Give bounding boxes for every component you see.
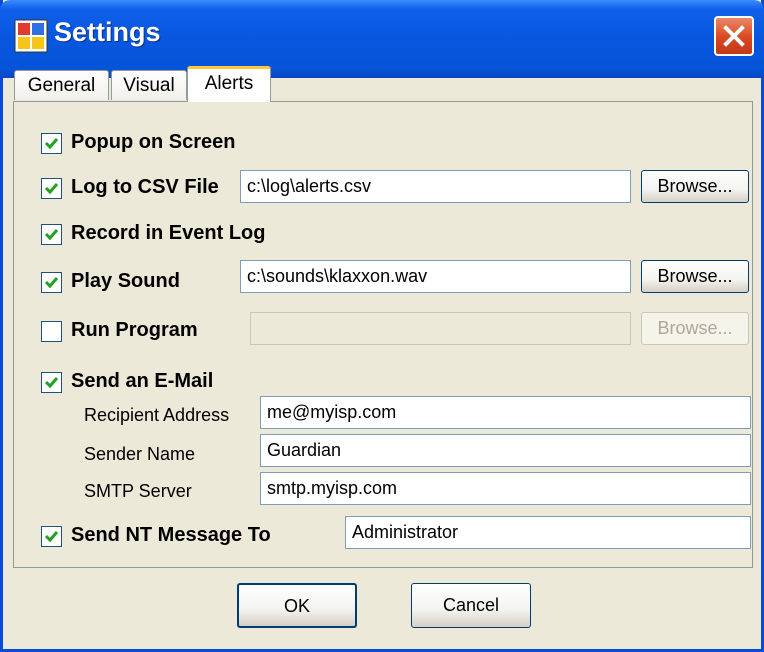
nt-message-label: Send NT Message To xyxy=(71,524,271,546)
nt-message-target-field[interactable]: Administrator xyxy=(345,516,751,549)
email-checkbox[interactable] xyxy=(41,372,62,393)
event-log-label: Record in Event Log xyxy=(71,222,266,244)
recipient-address-field[interactable]: me@myisp.com xyxy=(260,396,751,429)
tab-visual[interactable]: Visual xyxy=(111,70,187,100)
recipient-address-label: Recipient Address xyxy=(84,405,230,425)
play-sound-label: Play Sound xyxy=(71,270,180,292)
popup-label: Popup on Screen xyxy=(71,131,236,153)
event-log-checkbox[interactable] xyxy=(41,224,62,245)
smtp-server-field[interactable]: smtp.myisp.com xyxy=(260,472,751,505)
log-csv-checkbox[interactable] xyxy=(41,178,62,199)
checkmark-icon xyxy=(44,377,59,389)
tab-general[interactable]: General xyxy=(14,70,109,100)
email-label: Send an E-Mail xyxy=(71,370,214,392)
checkmark-icon xyxy=(44,138,59,150)
title-bar[interactable]: Settings xyxy=(0,0,764,78)
log-csv-label: Log to CSV File xyxy=(71,176,219,198)
checkmark-icon xyxy=(44,531,59,543)
play-sound-browse-button[interactable]: Browse... xyxy=(641,260,749,293)
popup-checkbox[interactable] xyxy=(41,133,62,154)
smtp-server-label: SMTP Server xyxy=(84,481,192,501)
sender-name-field[interactable]: Guardian xyxy=(260,434,751,467)
close-icon xyxy=(723,25,745,47)
ok-button[interactable]: OK xyxy=(237,583,357,628)
log-csv-path-field[interactable]: c:\log\alerts.csv xyxy=(240,170,631,203)
sender-name-label: Sender Name xyxy=(84,444,196,464)
alerts-tab-panel: Popup on Screen Log to CSV File c:\log\a… xyxy=(13,101,753,568)
nt-message-checkbox[interactable] xyxy=(41,526,62,547)
log-csv-browse-button[interactable]: Browse... xyxy=(641,170,749,203)
cancel-button[interactable]: Cancel xyxy=(411,583,531,628)
app-icon xyxy=(14,19,48,53)
play-sound-path-field[interactable]: c:\sounds\klaxxon.wav xyxy=(240,260,631,293)
play-sound-checkbox[interactable] xyxy=(41,272,62,293)
run-program-path-field[interactable] xyxy=(250,312,631,345)
close-button[interactable] xyxy=(714,16,754,56)
window-title: Settings xyxy=(54,17,161,47)
checkmark-icon xyxy=(44,183,59,195)
run-program-browse-button[interactable]: Browse... xyxy=(641,312,749,345)
run-program-checkbox[interactable] xyxy=(41,321,62,342)
checkmark-icon xyxy=(44,229,59,241)
run-program-label: Run Program xyxy=(71,319,198,341)
settings-window: Settings General Visual Alerts Popup on … xyxy=(0,0,764,652)
checkmark-icon xyxy=(44,277,59,289)
tab-alerts[interactable]: Alerts xyxy=(187,66,271,102)
